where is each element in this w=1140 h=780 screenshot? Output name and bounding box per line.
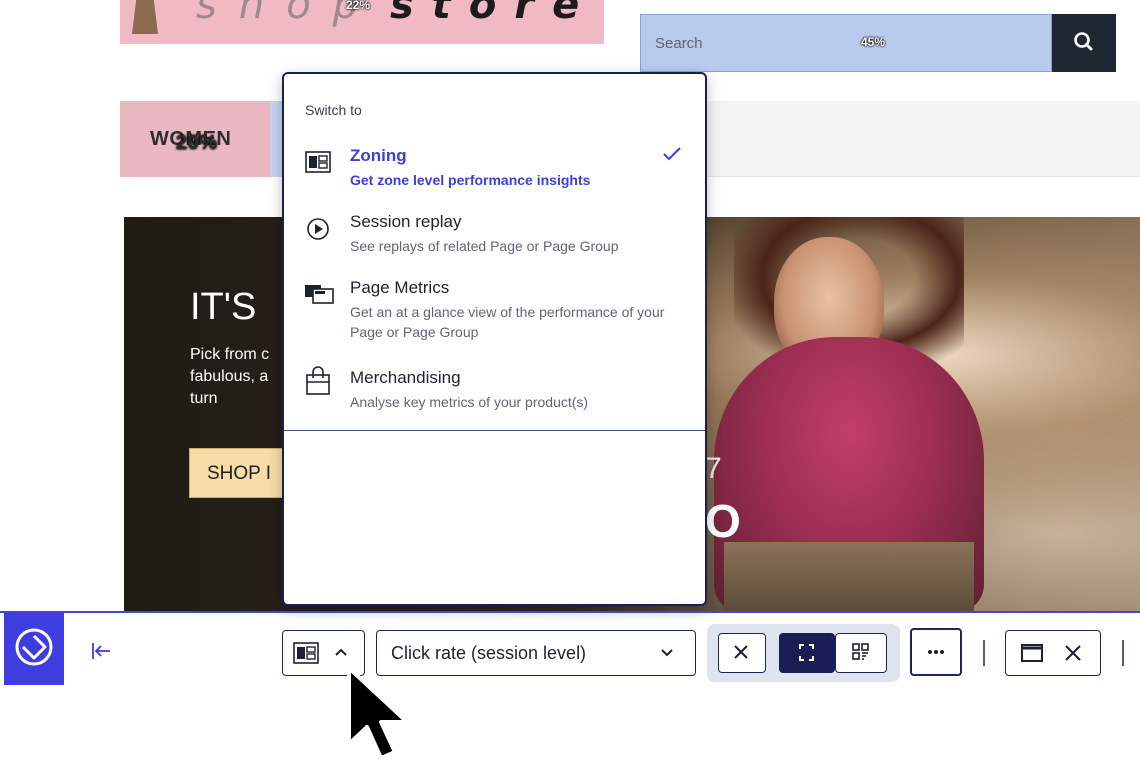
search-input[interactable]: Search 45% <box>640 14 1052 72</box>
menu-divider <box>284 430 705 431</box>
search-zone-percentage: 45% <box>861 35 886 49</box>
zone-grid-button[interactable] <box>835 633 887 673</box>
close-icon <box>734 645 748 659</box>
metric-select[interactable]: Click rate (session level) <box>376 630 696 676</box>
menu-item-title: Merchandising <box>350 368 461 387</box>
menu-item-session-replay[interactable]: Session replay See replays of related Pa… <box>284 210 705 260</box>
menu-heading: Switch to <box>305 102 362 118</box>
expand-corners-icon <box>799 644 814 661</box>
menu-item-page-metrics[interactable]: Page Metrics Get an at a glance view of … <box>284 278 705 344</box>
zoning-view-toggle-group <box>707 624 900 682</box>
nav-zone-overlay <box>270 101 282 177</box>
toolbar-separator <box>983 640 985 666</box>
hero-text: Pick from c fabulous, a turn <box>190 346 270 407</box>
menu-item-description: Get an at a glance view of the performan… <box>350 304 665 340</box>
menu-item-title: Session replay <box>350 212 462 231</box>
menu-item-title: Zoning <box>350 146 407 165</box>
chevron-up-icon <box>333 645 349 659</box>
close-zones-button[interactable] <box>718 633 766 673</box>
shopping-bag-logo-icon <box>132 0 158 34</box>
checkmark-icon <box>662 146 682 162</box>
window-controls <box>1005 630 1101 676</box>
nav-women-zone-percentage: 20% <box>176 132 218 154</box>
toolbar-separator <box>1122 640 1124 666</box>
close-icon[interactable] <box>1062 643 1084 663</box>
play-icon <box>304 216 332 242</box>
metric-select-value: Click rate (session level) <box>391 643 587 663</box>
logo-zone-percentage: 22% <box>346 0 371 12</box>
maximize-window-icon[interactable] <box>1020 643 1044 663</box>
collapse-left-icon <box>92 643 110 659</box>
hero-shop-button-label: SHOP I <box>207 463 272 484</box>
toolbar-top-border <box>0 611 1140 613</box>
menu-item-description: Analyse key metrics of your product(s) <box>350 394 589 410</box>
chevron-down-icon <box>659 646 675 660</box>
hero-title: IT'S <box>190 286 257 328</box>
zoning-icon <box>292 641 320 665</box>
search-icon <box>1074 32 1093 51</box>
more-options-button[interactable] <box>910 628 962 676</box>
mouse-pointer-icon <box>345 664 417 764</box>
menu-item-description: Get zone level performance insights <box>350 172 591 188</box>
zoning-icon <box>304 150 332 174</box>
search-button[interactable] <box>1052 14 1116 72</box>
hero-overlay-letter: 7 <box>705 452 722 485</box>
collapse-sidebar-button[interactable] <box>90 640 112 662</box>
menu-item-zoning[interactable]: Zoning Get zone level performance insigh… <box>284 144 705 194</box>
hero-overlay-letter: O <box>705 495 741 547</box>
more-horizontal-icon <box>928 650 944 654</box>
hero-model-belt <box>724 542 974 612</box>
switch-to-menu: Switch to Zoning Get zone level performa… <box>282 72 707 606</box>
nav-item-women[interactable]: WOMEN 20% <box>120 101 270 177</box>
logo-text-store: store <box>390 0 598 28</box>
fullscreen-zone-button[interactable] <box>779 633 835 673</box>
zone-grid-icon <box>852 643 869 660</box>
shopping-bag-icon <box>304 366 332 396</box>
search-placeholder: Search <box>655 35 703 52</box>
hero-shop-button[interactable]: SHOP I <box>189 448 289 498</box>
store-logo[interactable]: shop store 22% <box>120 0 604 44</box>
menu-item-title: Page Metrics <box>350 278 450 297</box>
page-metrics-icon <box>304 282 336 306</box>
menu-item-description: See replays of related Page or Page Grou… <box>350 238 619 254</box>
page: shop store 22% Search 45% WOMEN 20% IT'S… <box>0 0 1140 780</box>
menu-item-merchandising[interactable]: Merchandising Analyse key metrics of you… <box>284 366 705 416</box>
brand-logo-icon <box>15 628 53 666</box>
brand-logo-button[interactable] <box>4 613 64 685</box>
